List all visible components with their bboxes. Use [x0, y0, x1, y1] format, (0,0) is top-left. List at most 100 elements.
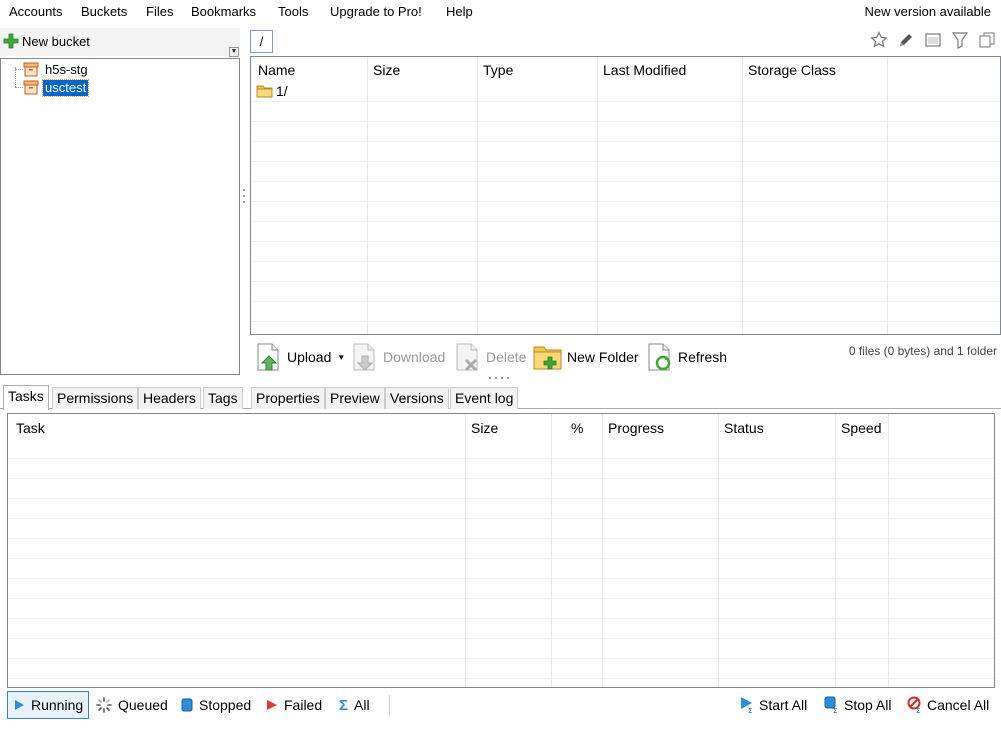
cancel-all-icon: Σ [907, 696, 921, 714]
filter-all-label: All [354, 697, 370, 713]
column-header-last-modified[interactable]: Last Modified [603, 62, 686, 78]
star-icon[interactable] [869, 30, 889, 50]
new-folder-icon [533, 346, 562, 370]
menu-tools[interactable]: Tools [278, 4, 308, 19]
bucket-item[interactable]: h5s-stg [23, 61, 90, 78]
chevron-down-icon[interactable]: ▼ [337, 353, 345, 362]
file-count-status: 0 files (0 bytes) and 1 folder [848, 344, 997, 358]
menu-bookmarks[interactable]: Bookmarks [191, 4, 256, 19]
menu-files[interactable]: Files [146, 4, 173, 19]
column-header-progress[interactable]: Progress [608, 420, 664, 436]
stop-all-button[interactable]: Σ Stop All [824, 691, 891, 719]
new-version-link[interactable]: New version available [865, 4, 991, 19]
column-header-name[interactable]: Name [258, 62, 295, 78]
tab-event-log[interactable]: Event log [450, 387, 519, 409]
bucket-name: h5s-stg [45, 61, 88, 77]
bucket-name: usctest [41, 78, 90, 97]
spinner-icon [96, 697, 112, 713]
tab-bar: Tasks Permissions Headers Tags Propertie… [0, 385, 1001, 410]
svg-text:Σ: Σ [916, 707, 920, 714]
tab-headers[interactable]: Headers [138, 387, 201, 409]
tab-versions[interactable]: Versions [385, 387, 449, 409]
column-header-status[interactable]: Status [724, 420, 764, 436]
download-icon [353, 343, 375, 371]
new-folder-button[interactable]: New Folder [533, 341, 639, 373]
tree-connector [15, 87, 23, 88]
tab-properties[interactable]: Properties [251, 387, 325, 409]
menu-accounts[interactable]: Accounts [9, 4, 62, 19]
plus-icon [3, 33, 19, 49]
new-folder-label: New Folder [567, 349, 639, 365]
start-all-label: Start All [759, 697, 808, 713]
view-toolbar [866, 30, 1001, 52]
bucket-icon [23, 80, 39, 95]
bucket-icon [23, 62, 39, 77]
start-all-icon: Σ [741, 697, 752, 714]
download-button[interactable]: Download [351, 341, 445, 373]
upload-label: Upload [287, 349, 332, 365]
svg-text:Σ: Σ [748, 707, 752, 714]
filter-stopped[interactable]: Stopped [176, 691, 256, 719]
failed-icon [267, 700, 277, 710]
file-row[interactable]: 1/ [256, 83, 288, 99]
window-icon[interactable] [923, 30, 943, 50]
filter-running[interactable]: Running [7, 691, 90, 719]
tab-preview[interactable]: Preview [325, 387, 385, 409]
filter-running-label: Running [31, 697, 84, 713]
column-header-type[interactable]: Type [483, 62, 513, 78]
file-list: Name Size Type Last Modified Storage Cla… [250, 56, 1001, 335]
filter-failed-label: Failed [284, 697, 323, 713]
filter-failed[interactable]: Failed [261, 691, 327, 719]
delete-icon [456, 343, 478, 372]
cancel-all-label: Cancel All [927, 697, 990, 713]
menu-help[interactable]: Help [446, 4, 473, 19]
action-toolbar: Upload ▼ Download Delete New Folder Refr… [250, 337, 1001, 377]
start-all-button[interactable]: Σ Start All [739, 691, 807, 719]
horizontal-splitter[interactable] [489, 377, 519, 381]
column-header-percent[interactable]: % [571, 420, 583, 436]
refresh-label: Refresh [678, 349, 728, 365]
menu-bar: Accounts Buckets Files Bookmarks Tools U… [0, 0, 1001, 24]
folder-icon [256, 85, 273, 98]
column-header-speed[interactable]: Speed [841, 420, 881, 436]
menu-buckets[interactable]: Buckets [81, 4, 127, 19]
filter-all[interactable]: Σ All [334, 691, 375, 719]
tab-permissions[interactable]: Permissions [52, 387, 139, 409]
bucket-item[interactable]: usctest [23, 78, 90, 97]
task-list: Task Size % Progress Status Speed [7, 413, 995, 688]
delete-label: Delete [486, 349, 527, 365]
tab-tags[interactable]: Tags [203, 387, 243, 409]
delete-button[interactable]: Delete [454, 341, 526, 373]
refresh-icon [648, 343, 671, 371]
menu-upgrade[interactable]: Upgrade to Pro! [330, 4, 422, 19]
filter-icon[interactable] [950, 30, 970, 50]
stop-all-icon: Σ [824, 696, 837, 714]
status-bar: Running Queued Stopped Failed Σ All Σ St… [0, 690, 1001, 729]
stop-icon [181, 698, 193, 712]
stop-all-label: Stop All [844, 697, 892, 713]
filter-queued[interactable]: Queued [91, 691, 173, 719]
upload-icon [257, 343, 279, 371]
tab-tasks[interactable]: Tasks [3, 385, 49, 410]
filter-stopped-label: Stopped [199, 697, 252, 713]
copy-icon[interactable] [977, 30, 997, 50]
download-label: Download [383, 349, 446, 365]
column-header-task[interactable]: Task [16, 420, 45, 436]
column-header-storage-class[interactable]: Storage Class [748, 62, 836, 78]
refresh-button[interactable]: Refresh [646, 341, 727, 373]
tree-connector [15, 69, 23, 70]
vertical-splitter[interactable] [242, 185, 246, 215]
cancel-all-button[interactable]: Σ Cancel All [907, 691, 989, 719]
new-bucket-button[interactable]: New bucket [3, 33, 90, 49]
pencil-icon[interactable] [896, 30, 916, 50]
divider [389, 695, 390, 715]
column-header-size[interactable]: Size [373, 62, 400, 78]
bucket-toolbar: New bucket [0, 28, 240, 56]
svg-text:Σ: Σ [833, 707, 837, 714]
bucket-dropdown-button[interactable]: ▼ [229, 47, 239, 57]
play-icon [15, 700, 24, 710]
upload-button[interactable]: Upload ▼ [255, 341, 345, 373]
path-input[interactable]: / [250, 30, 273, 53]
column-header-size[interactable]: Size [471, 420, 498, 436]
filter-queued-label: Queued [118, 697, 168, 713]
